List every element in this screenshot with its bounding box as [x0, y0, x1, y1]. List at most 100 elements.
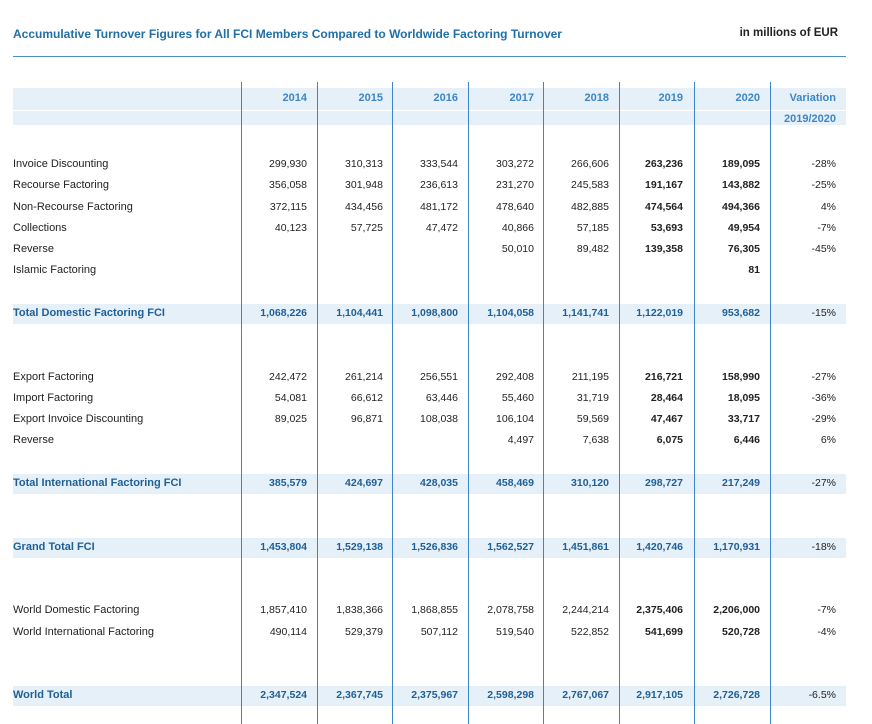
- title-divider: [13, 56, 846, 57]
- total-row: World Total 2,347,524 2,367,745 2,375,967 2,…: [0, 686, 872, 706]
- cell-2020: 6,446: [733, 434, 760, 446]
- cell-2015: 424,697: [345, 477, 383, 489]
- cell-2014: 242,472: [269, 371, 307, 383]
- cell-2016: 47,472: [425, 222, 458, 234]
- total-row: Grand Total FCI 1,453,804 1,529,138 1,526,8…: [0, 538, 872, 558]
- cell-2014: 356,058: [269, 179, 307, 191]
- cell-2019: 1,420,746: [636, 541, 683, 553]
- cell-2020: 494,366: [722, 201, 760, 213]
- cell-2019: 474,564: [645, 201, 683, 213]
- cell-2014: 372,115: [269, 201, 307, 213]
- table-row: Collections 40,123 57,725 47,472 40,866 57,18…: [0, 219, 872, 239]
- table-title: Accumulative Turnover Figures for All FC…: [13, 27, 562, 41]
- cell-2020: 143,882: [722, 179, 760, 191]
- row-label: World Domestic Factoring: [13, 604, 140, 616]
- cell-variation: -7%: [817, 222, 836, 234]
- cell-2017: 2,598,298: [487, 689, 534, 701]
- cell-2017: 106,104: [496, 413, 534, 425]
- cell-variation: 6%: [820, 434, 836, 446]
- cell-2014: 54,081: [274, 392, 307, 404]
- cell-2017: 1,104,058: [487, 307, 534, 319]
- cell-2017: 458,469: [496, 477, 534, 489]
- col-header-variation-period: 2019/2020: [784, 113, 836, 125]
- cell-2016: 1,526,836: [411, 541, 458, 553]
- table-row: World Domestic Factoring 1,857,410 1,838,3…: [0, 601, 872, 621]
- row-label: Reverse: [13, 243, 54, 255]
- cell-variation: -45%: [811, 243, 836, 255]
- cell-2016: 236,613: [420, 179, 458, 191]
- cell-2020: 2,206,000: [713, 604, 760, 616]
- cell-2017: 231,270: [496, 179, 534, 191]
- cell-2019: 2,917,105: [636, 689, 683, 701]
- cell-2015: 434,456: [345, 201, 383, 213]
- cell-variation: -15%: [811, 307, 836, 319]
- col-header-2015: 2015: [358, 92, 383, 104]
- cell-2017: 40,866: [501, 222, 534, 234]
- table-row: Import Factoring 54,081 66,612 63,446 55,460…: [0, 389, 872, 409]
- cell-2017: 1,562,527: [487, 541, 534, 553]
- cell-2019: 298,727: [645, 477, 683, 489]
- col-header-2017: 2017: [509, 92, 534, 104]
- cell-variation: 4%: [820, 201, 836, 213]
- cell-variation: -27%: [811, 477, 836, 489]
- col-header-2014: 2014: [282, 92, 307, 104]
- cell-2019: 216,721: [645, 371, 683, 383]
- cell-variation: -6.5%: [808, 689, 836, 701]
- cell-2019: 1,122,019: [636, 307, 683, 319]
- cell-2019: 139,358: [645, 243, 683, 255]
- cell-2014: 1,453,804: [260, 541, 307, 553]
- cell-2015: 96,871: [350, 413, 383, 425]
- cell-2014: 385,579: [269, 477, 307, 489]
- cell-2015: 310,313: [345, 158, 383, 170]
- row-band: [13, 88, 846, 110]
- cell-2017: 50,010: [501, 243, 534, 255]
- cell-2020: 189,095: [722, 158, 760, 170]
- row-label: Non-Recourse Factoring: [13, 201, 133, 213]
- row-label: Grand Total FCI: [13, 541, 95, 553]
- cell-2015: 1,838,366: [336, 604, 383, 616]
- row-label: Recourse Factoring: [13, 179, 109, 191]
- cell-2016: 481,172: [420, 201, 458, 213]
- col-header-2018: 2018: [584, 92, 609, 104]
- col-header-2016: 2016: [433, 92, 458, 104]
- cell-2016: 1,098,800: [411, 307, 458, 319]
- row-label: World Total: [13, 689, 73, 701]
- table-row: Reverse 50,010 89,482 139,358 76,305 -45%: [0, 240, 872, 260]
- cell-2016: 1,868,855: [411, 604, 458, 616]
- cell-variation: -7%: [817, 604, 836, 616]
- cell-2016: 507,112: [420, 626, 458, 638]
- cell-2018: 1,451,861: [562, 541, 609, 553]
- cell-2014: 1,857,410: [260, 604, 307, 616]
- col-header-variation: Variation: [789, 92, 836, 104]
- cell-2019: 2,375,406: [636, 604, 683, 616]
- cell-2017: 303,272: [496, 158, 534, 170]
- cell-2016: 333,544: [420, 158, 458, 170]
- total-row: Total International Factoring FCI 385,579…: [0, 474, 872, 494]
- cell-2017: 4,497: [507, 434, 534, 446]
- cell-2019: 47,467: [650, 413, 683, 425]
- table-row: World International Factoring 490,114 529,…: [0, 623, 872, 643]
- cell-variation: -36%: [811, 392, 836, 404]
- cell-2015: 529,379: [345, 626, 383, 638]
- cell-2020: 76,305: [727, 243, 760, 255]
- row-label: Invoice Discounting: [13, 158, 109, 170]
- cell-2014: 490,114: [269, 626, 307, 638]
- cell-2019: 6,075: [656, 434, 683, 446]
- row-label: Export Factoring: [13, 371, 94, 383]
- cell-2020: 1,170,931: [713, 541, 760, 553]
- table-row: Islamic Factoring 81: [0, 261, 872, 281]
- cell-2016: 256,551: [420, 371, 458, 383]
- row-label: Total International Factoring FCI: [13, 477, 182, 489]
- cell-variation: -27%: [811, 371, 836, 383]
- cell-2018: 1,141,741: [562, 307, 609, 319]
- cell-2018: 59,569: [576, 413, 609, 425]
- cell-2020: 33,717: [727, 413, 760, 425]
- cell-variation: -25%: [811, 179, 836, 191]
- cell-2020: 81: [748, 264, 760, 276]
- cell-2020: 49,954: [727, 222, 760, 234]
- cell-2020: 18,095: [727, 392, 760, 404]
- cell-2017: 519,540: [496, 626, 534, 638]
- cell-2014: 2,347,524: [260, 689, 307, 701]
- table-row: Recourse Factoring 356,058 301,948 236,613 2…: [0, 176, 872, 196]
- cell-2016: 428,035: [420, 477, 458, 489]
